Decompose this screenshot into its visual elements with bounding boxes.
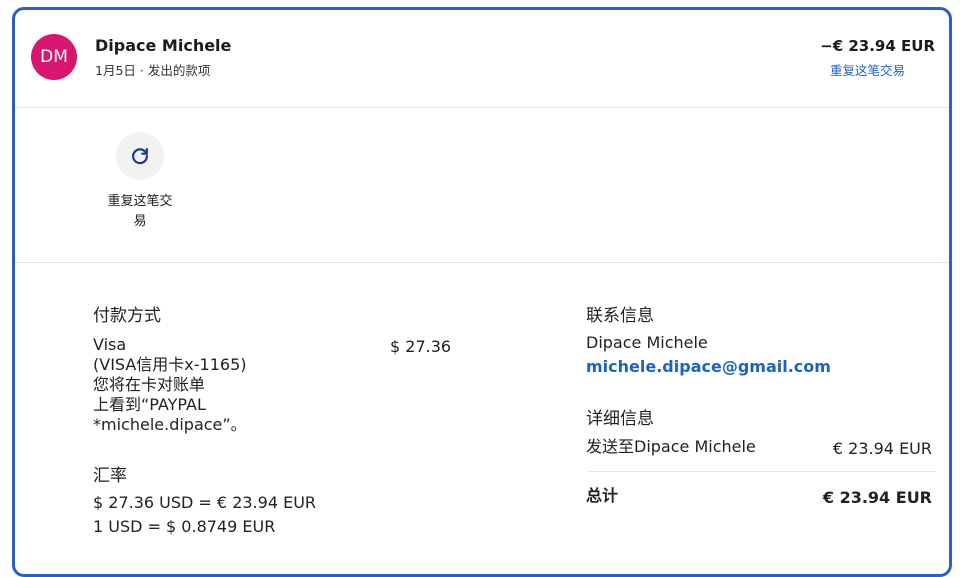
repeat-transaction-label: 重复这笔交易 [107,194,173,229]
payment-method-line-1: Visa [93,335,127,354]
avatar: DM [31,34,77,80]
exchange-rate-title: 汇率 [93,466,127,486]
contact-email-link[interactable]: michele.dipace@gmail.com [586,357,831,376]
payment-method-line-5: *michele.dipace”。 [93,415,247,434]
repeat-transaction-button[interactable]: 重复这笔交易 [105,132,175,232]
total-amount: € 23.94 EUR [822,488,932,507]
payment-amount: $ 27.36 [390,337,452,356]
payment-method-title: 付款方式 [93,306,161,326]
exchange-rate-line-1: $ 27.36 USD = € 23.94 EUR [93,493,317,512]
send-to-amount: € 23.94 EUR [832,439,932,458]
contact-info-title: 联系信息 [586,306,654,326]
payment-method-line-4: 上看到“PAYPAL [93,395,206,414]
transaction-amount: −€ 23.94 EUR [820,37,935,55]
payment-method-line-2: (VISA信用卡x-1165) [93,355,247,374]
details-divider [588,471,936,472]
repeat-transaction-link[interactable]: 重复这笔交易 [830,60,905,79]
refresh-icon [132,148,148,165]
transaction-subtitle: 1月5日 · 发出的款项 [95,63,211,78]
details-section: 付款方式 Visa (VISA信用卡x-1165) 您将在卡对账单 上看到“PA… [15,263,949,574]
transaction-header: DM Dipace Michele 1月5日 · 发出的款项 −€ 23.94 … [15,10,949,108]
transaction-details-card: DM Dipace Michele 1月5日 · 发出的款项 −€ 23.94 … [12,7,952,577]
recipient-name: Dipace Michele [95,36,232,55]
action-area: 重复这笔交易 [15,108,949,263]
total-label: 总计 [586,486,619,505]
send-to-label: 发送至Dipace Michele [586,437,756,456]
exchange-rate-line-2: 1 USD = $ 0.8749 EUR [93,517,276,536]
details-info-title: 详细信息 [586,409,654,429]
contact-name: Dipace Michele [586,333,708,352]
refresh-icon-button[interactable] [116,132,164,180]
payment-method-line-3: 您将在卡对账单 [93,375,206,394]
